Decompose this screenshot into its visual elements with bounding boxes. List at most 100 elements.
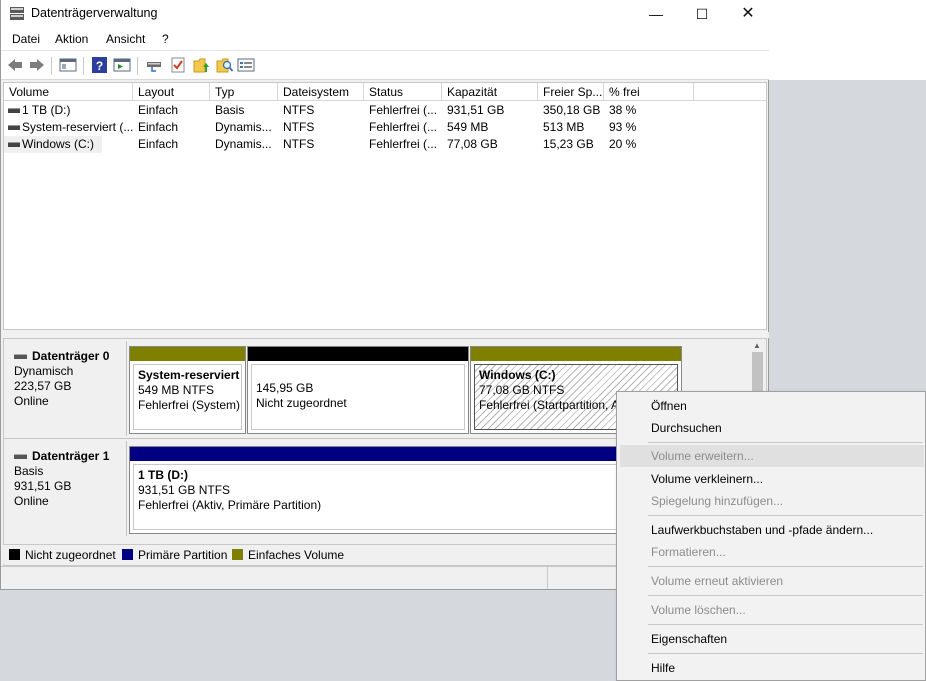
column-header-volume[interactable]: Volume — [4, 83, 133, 101]
cell-prozent-frei: 38 % — [609, 103, 637, 117]
column-header-layout[interactable]: Layout — [133, 83, 210, 101]
partition-1tb-d[interactable]: 1 TB (D:) 931,51 GB NTFS Fehlerfrei (Akt… — [129, 446, 629, 534]
context-menu: Öffnen Durchsuchen Volume erweitern... V… — [616, 391, 926, 681]
column-header-dateisystem[interactable]: Dateisystem — [278, 83, 364, 101]
menu-aktion[interactable]: Aktion — [55, 32, 88, 46]
partition-unallocated[interactable]: 145,95 GB Nicht zugeordnet — [247, 346, 469, 434]
cell-kapazitaet: 931,51 GB — [447, 103, 505, 117]
cell-dateisystem: NTFS — [283, 120, 315, 134]
back-arrow-icon[interactable] — [6, 57, 24, 73]
toolbar-separator — [83, 57, 84, 75]
cell-dateisystem: NTFS — [283, 103, 315, 117]
cell-freier-speicher: 15,23 GB — [543, 137, 594, 151]
partition-status: Nicht zugeordnet — [256, 396, 347, 410]
title-bar[interactable]: Datenträgerverwaltung — ☐ ✕ — [1, 0, 769, 28]
context-item-eigenschaften[interactable]: Eigenschaften — [620, 628, 924, 650]
simple-volume-bar — [130, 347, 245, 361]
disk-0-size: 223,57 GB — [14, 379, 72, 393]
legend-swatch-simple — [232, 549, 243, 560]
table-row-selected[interactable]: Windows (C:) Einfach Dynamis... NTFS Feh… — [4, 136, 766, 153]
action-pane-icon[interactable] — [113, 57, 131, 73]
context-separator — [648, 595, 923, 596]
context-item-spiegelung-hinzufuegen[interactable]: Spiegelung hinzufügen... — [620, 490, 924, 512]
partition-title: Windows (C:) — [479, 368, 556, 382]
console-view-icon[interactable] — [59, 57, 77, 73]
menu-datei[interactable]: Datei — [12, 32, 40, 46]
column-header-freier-speicher[interactable]: Freier Sp... — [538, 83, 604, 101]
forward-arrow-icon[interactable] — [28, 57, 46, 73]
scroll-up-icon[interactable]: ▲ — [753, 341, 761, 350]
context-separator — [648, 566, 923, 567]
disk-0-state: Online — [14, 394, 49, 408]
context-separator — [648, 442, 923, 443]
partition-title: System-reserviert — [138, 368, 240, 382]
partition-size: 931,51 GB NTFS — [138, 483, 231, 497]
context-item-laufwerkbuchstaben-aendern[interactable]: Laufwerkbuchstaben und -pfade ändern... — [620, 519, 924, 541]
toolbar-separator — [137, 57, 138, 75]
cell-freier-speicher: 513 MB — [543, 120, 585, 134]
folder-up-icon[interactable] — [193, 57, 211, 73]
drive-connect-icon[interactable] — [145, 57, 163, 73]
context-item-volume-erneut-aktivieren[interactable]: Volume erneut aktivieren — [620, 570, 924, 592]
context-separator — [648, 515, 923, 516]
cell-status: Fehlerfrei (... — [369, 103, 438, 117]
table-row[interactable]: System-reserviert (... Einfach Dynamis..… — [4, 119, 766, 136]
primary-partition-bar — [130, 447, 628, 461]
table-row[interactable]: 1 TB (D:) Einfach Basis NTFS Fehlerfrei … — [4, 102, 766, 119]
search-folder-icon[interactable] — [216, 57, 234, 73]
cell-prozent-frei: 93 % — [609, 120, 637, 134]
cell-volume: System-reserviert (... — [4, 119, 133, 136]
disk-0-name-text: Datenträger 0 — [32, 349, 110, 363]
disk-1-name: Datenträger 1 — [14, 449, 118, 464]
disk-0-label[interactable]: Datenträger 0 Dynamisch 223,57 GB Online — [6, 341, 127, 436]
menu-ansicht[interactable]: Ansicht — [106, 32, 145, 46]
legend-label-simple: Einfaches Volume — [248, 548, 345, 562]
cell-volume: 1 TB (D:) — [4, 102, 133, 119]
context-item-durchsuchen[interactable]: Durchsuchen — [620, 417, 924, 439]
partition-size: 549 MB NTFS — [138, 383, 215, 397]
context-item-volume-loeschen[interactable]: Volume löschen... — [620, 599, 924, 621]
cell-volume-text: 1 TB (D:) — [22, 103, 71, 117]
cell-typ: Dynamis... — [215, 137, 272, 151]
cell-kapazitaet: 77,08 GB — [447, 137, 498, 151]
cell-layout: Einfach — [138, 137, 179, 151]
column-header-typ[interactable]: Typ — [210, 83, 278, 101]
minimize-button[interactable]: — — [633, 0, 679, 28]
column-header-kapazitaet[interactable]: Kapazität — [442, 83, 538, 101]
cell-status: Fehlerfrei (... — [369, 120, 438, 134]
menu-help[interactable]: ? — [162, 32, 169, 46]
svg-text:?: ? — [96, 59, 103, 73]
context-item-formatieren[interactable]: Formatieren... — [620, 541, 924, 563]
check-icon[interactable] — [169, 57, 187, 73]
context-item-hilfe[interactable]: Hilfe — [620, 657, 924, 679]
context-item-volume-verkleinern[interactable]: Volume verkleinern... — [620, 468, 924, 490]
drive-icon — [8, 108, 20, 113]
close-button[interactable]: ✕ — [725, 0, 771, 28]
disk-icon — [14, 454, 27, 459]
legend-swatch-primary — [122, 549, 133, 560]
partition-system-reserved[interactable]: System-reserviert 549 MB NTFS Fehlerfrei… — [129, 346, 246, 434]
legend-label-unallocated: Nicht zugeordnet — [25, 548, 116, 562]
partition-info: System-reserviert 549 MB NTFS Fehlerfrei… — [133, 364, 242, 430]
cell-typ: Basis — [215, 103, 245, 117]
cell-layout: Einfach — [138, 103, 179, 117]
partition-status: Fehlerfrei (System) — [138, 398, 241, 412]
context-item-oeffnen[interactable]: Öffnen — [620, 395, 924, 417]
context-item-volume-erweitern[interactable]: Volume erweitern... — [620, 445, 924, 467]
column-header-prozent-frei[interactable]: % frei — [604, 83, 694, 101]
column-header-status[interactable]: Status — [364, 83, 442, 101]
volume-list: Volume Layout Typ Dateisystem Status Kap… — [3, 82, 767, 330]
maximize-button[interactable]: ☐ — [679, 0, 725, 28]
disk-management-app-icon — [10, 7, 24, 20]
disk-0-type: Dynamisch — [14, 364, 74, 378]
disk-1-name-text: Datenträger 1 — [32, 449, 110, 463]
disk-1-label[interactable]: Datenträger 1 Basis 931,51 GB Online — [6, 441, 127, 536]
properties-list-icon[interactable] — [237, 57, 255, 73]
partition-info: 1 TB (D:) 931,51 GB NTFS Fehlerfrei (Akt… — [133, 464, 625, 530]
help-icon[interactable]: ? — [91, 57, 109, 73]
cell-kapazitaet: 549 MB — [447, 120, 489, 134]
disk-1-size: 931,51 GB — [14, 479, 72, 493]
context-separator — [648, 624, 923, 625]
cell-layout: Einfach — [138, 120, 179, 134]
status-bar-divider — [547, 567, 548, 589]
